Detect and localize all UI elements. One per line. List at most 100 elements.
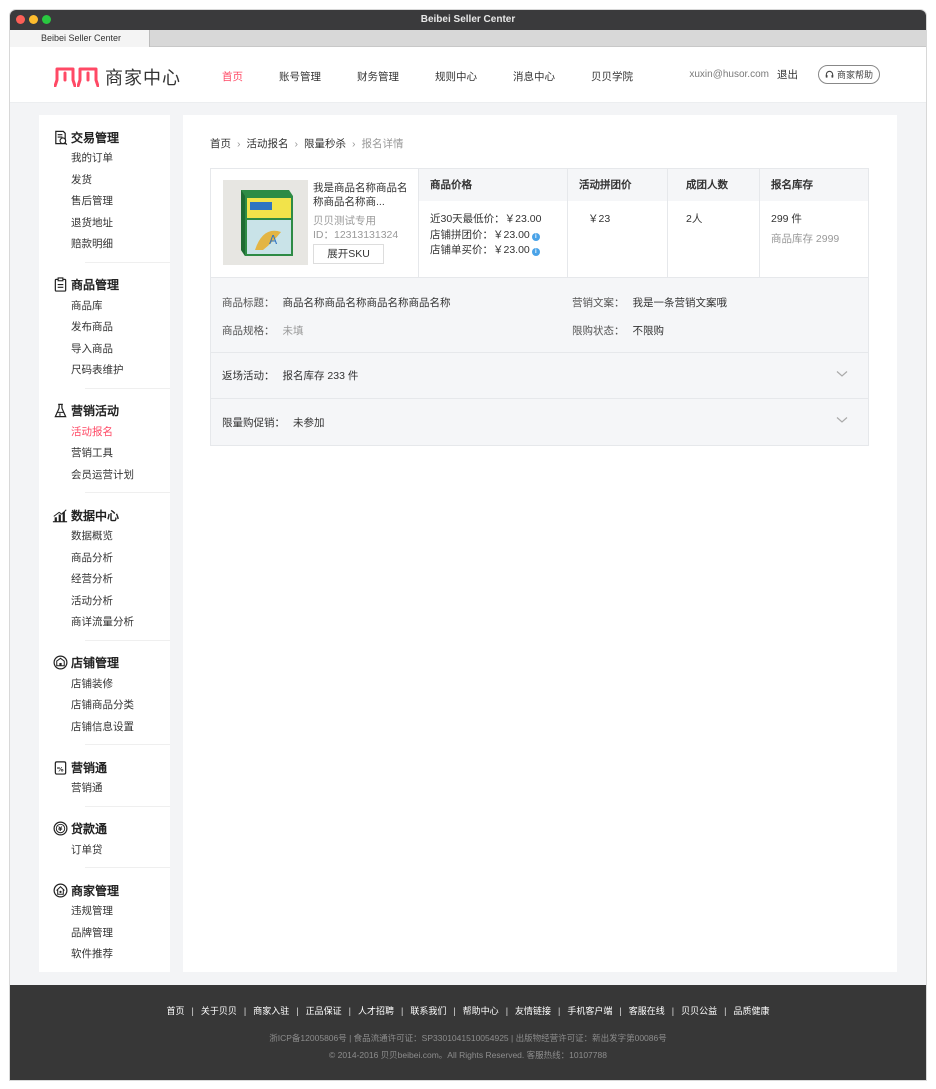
sidebar-item-3-2[interactable]: 经营分析 [39, 569, 170, 591]
nav-item-5[interactable]: 贝贝学院 [591, 69, 633, 84]
group-size-column: 成团人数 2人 [668, 169, 760, 277]
footer-link-7[interactable]: 友情链接 [515, 1006, 551, 1016]
encore-activity-row[interactable]: 返场活动： 报名库存 233 件 [211, 353, 868, 399]
sidebar-item-1-2[interactable]: 导入商品 [39, 339, 170, 361]
footer-link-9[interactable]: 客服在线 [629, 1006, 665, 1016]
nav-item-2[interactable]: 财务管理 [357, 69, 399, 84]
sidebar-group-1: 商品管理 商品库 发布商品 导入商品 尺码表维护 [54, 261, 170, 388]
sidebar-group-title[interactable]: 交易管理 [39, 126, 170, 148]
footer-link-3[interactable]: 正品保证 [306, 1006, 342, 1016]
sidebar-item-7-2[interactable]: 软件推荐 [39, 944, 170, 966]
product-name[interactable]: 我是商品名称商品名称商品名称商... [313, 181, 413, 209]
sidebar-item-2-1[interactable]: 营销工具 [39, 443, 170, 465]
logout-link[interactable]: 退出 [777, 67, 798, 82]
sidebar-item-2-2[interactable]: 会员运营计划 [39, 465, 170, 487]
beibei-logo-icon [54, 67, 99, 87]
sidebar: 交易管理 我的订单 发货 售后管理 退货地址 赔款明细商品管理 商品库 发布商品 导入商品 尺码表… [39, 115, 170, 972]
marketing-copy-label: 营销文案： [572, 297, 625, 309]
sidebar-item-0-3[interactable]: 退货地址 [39, 213, 170, 235]
footer-link-10[interactable]: 贝贝公益 [681, 1006, 717, 1016]
sidebar-item-1-1[interactable]: 发布商品 [39, 317, 170, 339]
svg-text:$: $ [58, 412, 61, 416]
sidebar-item-1-3[interactable]: 尺码表维护 [39, 360, 170, 382]
sidebar-item-4-2[interactable]: 店铺信息设置 [39, 717, 170, 739]
chevron-down-icon[interactable] [836, 370, 848, 378]
sidebar-group-label: 贷款通 [71, 822, 108, 836]
user-email[interactable]: xuxin@husor.com [689, 69, 769, 80]
footer-links: 首页 | 关于贝贝 | 商家入驻 | 正品保证 | 人才招聘 | 联系我们 | 帮助中心 | 友情链接 | 手机… [10, 1004, 926, 1017]
sidebar-item-7-1[interactable]: 品牌管理 [39, 923, 170, 945]
footer-link-4[interactable]: 人才招聘 [358, 1006, 394, 1016]
footer-link-6[interactable]: 帮助中心 [463, 1006, 499, 1016]
sidebar-group-inner: 店铺管理 店铺装修 店铺商品分类 店铺信息设置 [39, 652, 170, 739]
purchase-limit-field: 限购状态： 不限购 [572, 323, 664, 338]
sidebar-item-4-1[interactable]: 店铺商品分类 [39, 695, 170, 717]
sidebar-group-title[interactable]: 数据中心 [39, 504, 170, 526]
nav-item-1[interactable]: 账号管理 [279, 69, 321, 84]
sidebar-item-4-0[interactable]: 店铺装修 [39, 674, 170, 696]
footer-link-5[interactable]: 联系我们 [410, 1006, 446, 1016]
sidebar-item-6-0[interactable]: 订单贷 [39, 840, 170, 862]
browser-tab[interactable]: Beibei Seller Center [10, 30, 150, 47]
breadcrumb-chevron-icon: › [352, 137, 356, 150]
purchase-limit-label: 限购状态： [572, 325, 625, 337]
nav-item-0[interactable]: 首页 [222, 69, 243, 84]
sidebar-item-0-4[interactable]: 赔款明细 [39, 234, 170, 256]
sidebar-item-2-0[interactable]: 活动报名 [39, 422, 170, 444]
limited-promo-row[interactable]: 限量购促销： 未参加 [211, 399, 868, 445]
sidebar-item-3-0[interactable]: 数据概览 [39, 526, 170, 548]
footer-divider: | [453, 1006, 456, 1016]
product-shop-tag: 贝贝测试专用 [313, 215, 376, 227]
footer-link-8[interactable]: 手机客户端 [567, 1006, 612, 1016]
window-controls [16, 15, 51, 24]
sidebar-item-0-0[interactable]: 我的订单 [39, 148, 170, 170]
minimize-window-button[interactable] [29, 15, 38, 24]
sidebar-group-title[interactable]: % 营销通 [39, 756, 170, 778]
sidebar-item-3-1[interactable]: 商品分析 [39, 548, 170, 570]
sidebar-group-title[interactable]: ¥ 贷款通 [39, 818, 170, 840]
close-window-button[interactable] [16, 15, 25, 24]
product-title-value: 商品名称商品名称商品名称商品名称 [282, 297, 451, 309]
breadcrumb-item-2[interactable]: 限量秒杀 [304, 136, 346, 151]
maximize-window-button[interactable] [42, 15, 51, 24]
footer-link-11[interactable]: 品质健康 [733, 1006, 769, 1016]
sidebar-item-0-1[interactable]: 发货 [39, 170, 170, 192]
product-details-row: 商品标题： 商品名称商品名称商品名称商品名称 营销文案： 我是一条营销文案哦 商品规… [211, 278, 868, 353]
chevron-down-icon[interactable] [836, 416, 848, 424]
breadcrumb-chevron-icon: › [237, 137, 241, 150]
product-title-field: 商品标题： 商品名称商品名称商品名称商品名称 [222, 295, 451, 310]
sidebar-group-title[interactable]: 商家管理 [39, 879, 170, 901]
footer-link-2[interactable]: 商家入驻 [253, 1006, 289, 1016]
logo[interactable]: 商家中心 [54, 64, 181, 90]
sidebar-group-title[interactable]: $ 营销活动 [39, 400, 170, 422]
product-spec-field: 商品规格： 未填 [222, 323, 304, 338]
encore-activity-label: 返场活动： [222, 370, 275, 382]
footer-link-1[interactable]: 关于贝贝 [201, 1006, 237, 1016]
sidebar-group-title[interactable]: 店铺管理 [39, 652, 170, 674]
nav-item-3[interactable]: 规则中心 [435, 69, 477, 84]
seller-help-button[interactable]: 商家帮助 [817, 65, 880, 84]
expand-sku-button[interactable]: 展开SKU [313, 244, 384, 264]
group-price-header: 活动拼团价 [568, 169, 667, 201]
sidebar-item-1-0[interactable]: 商品库 [39, 296, 170, 318]
sidebar-group-title[interactable]: 商品管理 [39, 274, 170, 296]
info-icon[interactable]: i [531, 232, 540, 241]
nav-item-4[interactable]: 消息中心 [513, 69, 555, 84]
footer-divider: | [505, 1006, 509, 1016]
svg-text:%: % [57, 765, 64, 773]
sidebar-item-7-0[interactable]: 违规管理 [39, 901, 170, 923]
info-icon[interactable]: i [531, 248, 540, 256]
stock-header: 报名库存 [760, 169, 868, 201]
footer-link-0[interactable]: 首页 [167, 1006, 185, 1016]
breadcrumb-item-0[interactable]: 首页 [210, 136, 231, 151]
breadcrumb-item-1[interactable]: 活动报名 [247, 136, 289, 151]
group-price-value: ￥23 [588, 213, 611, 225]
stock-body: 299 件 商品库存 2999 [760, 201, 868, 247]
sidebar-group-inner: 数据中心 数据概览 商品分析 经营分析 活动分析 商详流量分析 [39, 504, 170, 634]
sidebar-item-0-2[interactable]: 售后管理 [39, 191, 170, 213]
sidebar-item-3-3[interactable]: 活动分析 [39, 591, 170, 613]
sidebar-item-3-4[interactable]: 商详流量分析 [39, 612, 170, 634]
sidebar-group-2: $ 营销活动 活动报名 营销工具 会员运营计划 [53, 387, 170, 493]
sidebar-item-5-0[interactable]: 营销通 [39, 778, 170, 800]
group-price-column: 活动拼团价 ￥23 [568, 169, 668, 277]
